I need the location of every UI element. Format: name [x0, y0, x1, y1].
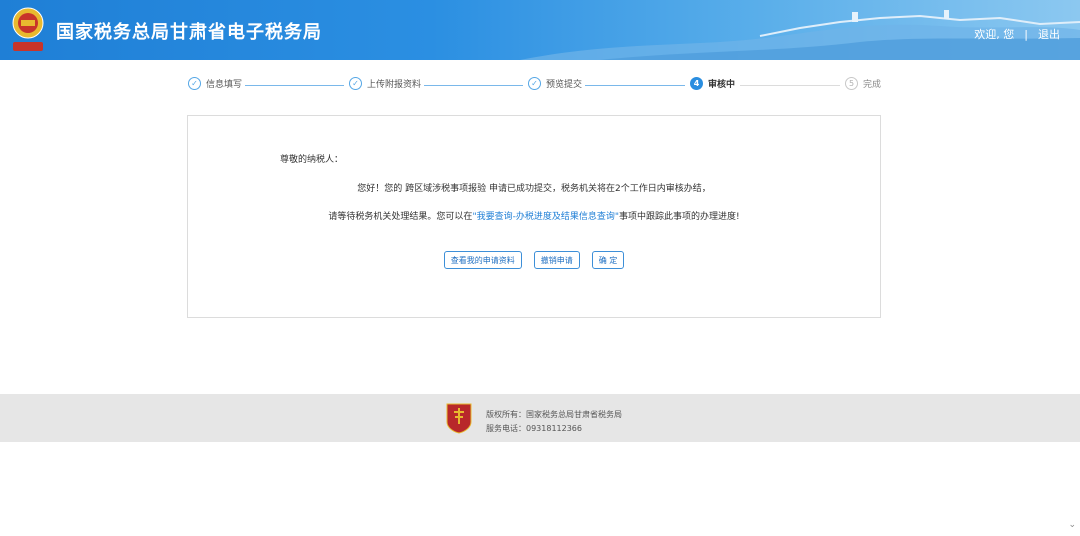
step-under-review: 4 审核中 — [690, 77, 735, 90]
step-info-fill: ✓ 信息填写 — [188, 77, 242, 90]
step-label: 完成 — [863, 80, 882, 90]
step-upload: ✓ 上传附报资料 — [349, 77, 421, 90]
message-line-2-suffix: 事项中跟踪此事项的办理进度! — [618, 212, 740, 222]
user-links: 欢迎, 您 | 退出 — [974, 26, 1060, 42]
message-line-2-prefix: 请等待税务机关处理结果。您可以在 — [328, 212, 473, 222]
message-line-1: 您好！您的 跨区域涉税事项报验 申请已成功提交，税务机关将在2个工作日内审核办结… — [357, 184, 711, 194]
view-application-button[interactable]: 查看我的申请资料 — [443, 251, 522, 269]
separator: | — [1024, 27, 1028, 41]
step-label: 预览提交 — [546, 80, 583, 90]
tax-shield-icon — [446, 403, 472, 434]
step-label: 审核中 — [708, 80, 736, 90]
chevron-down-icon[interactable]: ⌄ — [1068, 520, 1076, 530]
confirm-button[interactable]: 确 定 — [591, 251, 625, 269]
step-label: 上传附报资料 — [367, 80, 422, 90]
step-number: 5 — [845, 77, 858, 90]
query-link[interactable]: "我要查询-办税进度及结果信息查询" — [472, 212, 619, 222]
check-icon: ✓ — [528, 77, 541, 90]
action-buttons: 查看我的申请资料 撤销申请 确 定 — [188, 251, 880, 269]
site-header: 国家税务总局甘肃省电子税务局 欢迎, 您 | 退出 — [0, 0, 1080, 60]
copyright-text: 版权所有：国家税务总局甘肃省税务局 — [486, 410, 622, 419]
step-label: 信息填写 — [206, 80, 243, 90]
check-icon: ✓ — [349, 77, 362, 90]
message-line-2: 请等待税务机关处理结果。您可以在"我要查询-办税进度及结果信息查询"事项中跟踪此… — [188, 209, 880, 222]
step-connector — [424, 85, 523, 86]
progress-steps: ✓ 信息填写 ✓ 上传附报资料 ✓ 预览提交 4 审核中 5 完成 — [0, 74, 1080, 96]
check-icon: ✓ — [188, 77, 201, 90]
withdraw-application-button[interactable]: 撤销申请 — [533, 251, 580, 269]
welcome-link[interactable]: 欢迎, 您 — [974, 26, 1014, 42]
site-footer: 版权所有：国家税务总局甘肃省税务局 服务电话：09318112366 — [0, 394, 1080, 442]
logout-link[interactable]: 退出 — [1038, 26, 1060, 42]
greeting-text: 尊敬的纳税人： — [280, 155, 344, 165]
step-number: 4 — [690, 77, 703, 90]
step-connector — [740, 85, 840, 86]
footer-info: 版权所有：国家税务总局甘肃省税务局 服务电话：09318112366 — [486, 408, 622, 436]
step-connector — [585, 85, 685, 86]
service-phone-text: 服务电话：09318112366 — [486, 424, 582, 433]
tax-emblem-logo-icon — [12, 7, 44, 51]
step-complete: 5 完成 — [845, 77, 881, 90]
step-preview-submit: ✓ 预览提交 — [528, 77, 582, 90]
step-connector — [245, 85, 344, 86]
site-title: 国家税务总局甘肃省电子税务局 — [56, 22, 322, 43]
message-card: 尊敬的纳税人： 您好！您的 跨区域涉税事项报验 申请已成功提交，税务机关将在2个… — [187, 115, 881, 318]
